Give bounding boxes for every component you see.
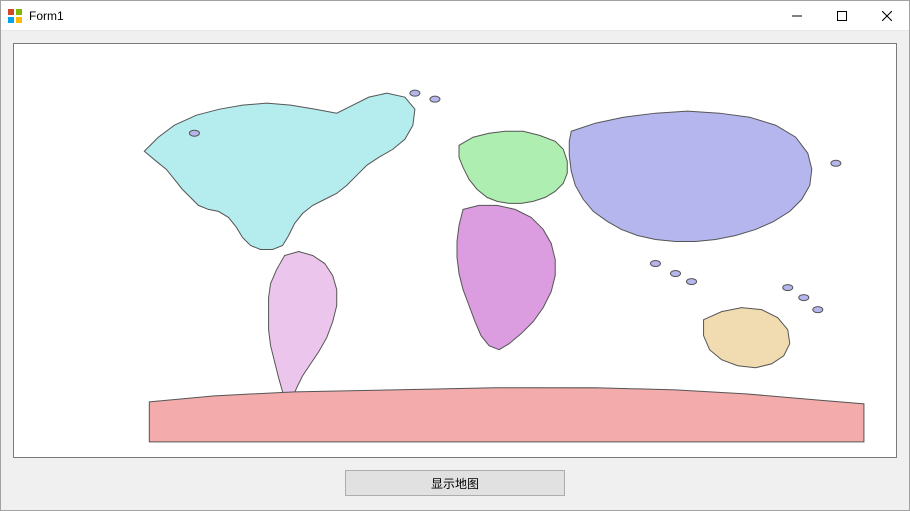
app-icon: [7, 8, 23, 24]
close-button[interactable]: [864, 1, 909, 30]
continent-antarctica: [149, 388, 864, 442]
continent-europe: [459, 131, 567, 203]
minimize-button[interactable]: [774, 1, 819, 30]
client-area: 显示地图: [1, 31, 909, 510]
show-map-button[interactable]: 显示地图: [345, 470, 565, 496]
continent-africa: [457, 205, 555, 349]
continent-north-america: [144, 93, 415, 249]
continent-asia: [569, 111, 812, 241]
window-controls: [774, 1, 909, 30]
show-map-button-label: 显示地图: [431, 475, 479, 492]
continent-oceania: [704, 308, 790, 368]
map-panel: [13, 43, 897, 458]
button-row: 显示地图: [13, 468, 897, 498]
titlebar: Form1: [1, 1, 909, 31]
app-window: Form1 显示地图: [0, 0, 910, 511]
world-map: [14, 44, 896, 457]
continent-south-america: [269, 252, 337, 406]
maximize-button[interactable]: [819, 1, 864, 30]
window-title: Form1: [29, 9, 774, 23]
